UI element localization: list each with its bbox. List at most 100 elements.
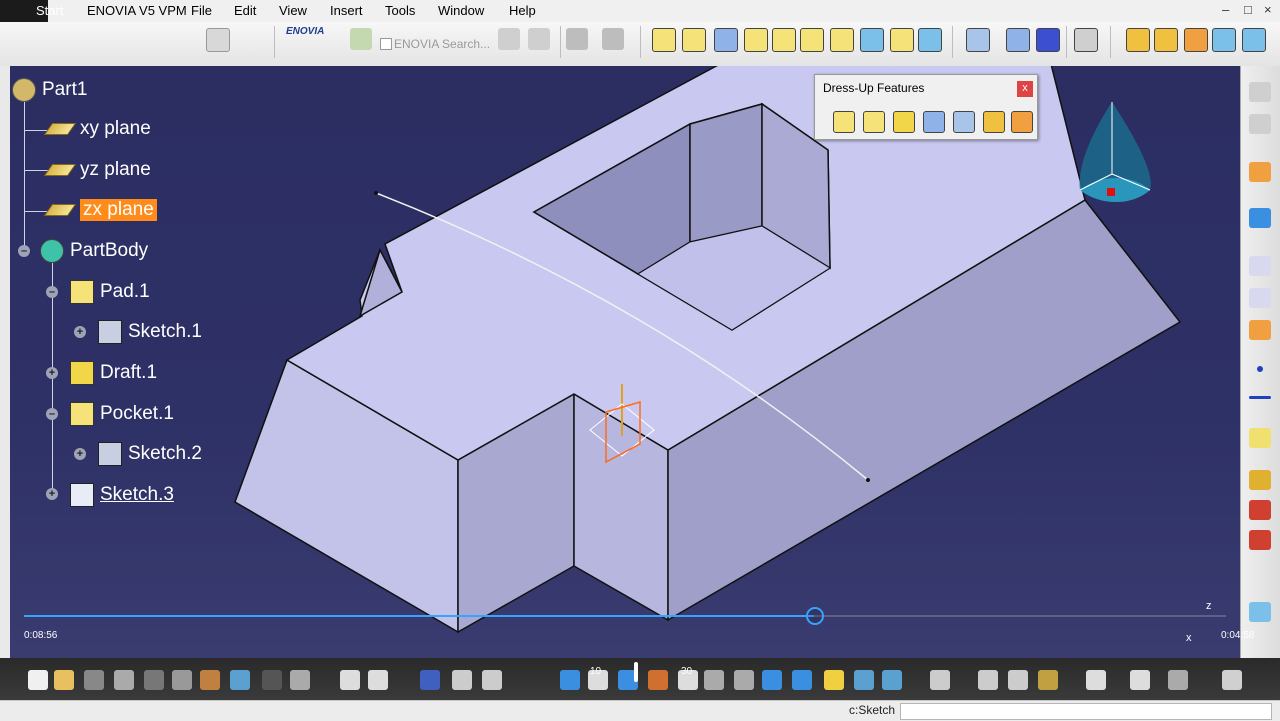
thickness-icon[interactable] xyxy=(953,111,975,133)
wireframe-icon[interactable] xyxy=(1242,28,1266,52)
menu-insert[interactable]: Insert xyxy=(330,3,363,18)
menu-tools[interactable]: Tools xyxy=(385,3,415,18)
restore-button[interactable]: □ xyxy=(1244,2,1252,17)
tree-node-sketch2[interactable]: Sketch.2 xyxy=(98,442,202,466)
mass-properties-icon[interactable] xyxy=(1038,670,1058,690)
table-icon[interactable] xyxy=(420,670,440,690)
enovia-checkbox[interactable] xyxy=(380,38,392,50)
fullscreen-icon[interactable] xyxy=(1168,670,1188,690)
help-icon[interactable] xyxy=(290,670,310,690)
update-icon[interactable] xyxy=(930,670,950,690)
start-label[interactable]: Start xyxy=(36,3,63,18)
pause-icon[interactable] xyxy=(634,662,638,682)
command-input[interactable] xyxy=(900,703,1272,720)
undo-icon[interactable] xyxy=(230,670,250,690)
sheetmetal-icon[interactable] xyxy=(1212,28,1236,52)
groove-icon[interactable] xyxy=(744,28,768,52)
remove-face-icon[interactable] xyxy=(1011,111,1033,133)
save-icon[interactable] xyxy=(84,670,104,690)
iso-view-icon[interactable] xyxy=(792,670,812,690)
expand-draft-icon[interactable]: + xyxy=(46,367,58,379)
minimize-button[interactable]: – xyxy=(1222,2,1229,17)
hierarchy-icon[interactable] xyxy=(452,670,472,690)
multi-view-icon[interactable] xyxy=(762,670,782,690)
enovia-tools-icon[interactable] xyxy=(498,28,520,50)
line-icon[interactable] xyxy=(1249,396,1271,399)
text-icon[interactable] xyxy=(1249,256,1271,276)
expand-sketch2-icon[interactable]: + xyxy=(74,448,86,460)
close-button[interactable]: × xyxy=(1264,2,1272,17)
rotate-icon[interactable] xyxy=(648,670,668,690)
part-design-icon[interactable] xyxy=(1126,28,1150,52)
point-icon[interactable] xyxy=(1257,366,1263,372)
new-icon[interactable] xyxy=(28,670,48,690)
copy-icon[interactable] xyxy=(172,670,192,690)
collapse-partbody-icon[interactable]: – xyxy=(18,245,30,257)
menu-window[interactable]: Window xyxy=(438,3,484,18)
surface-icon[interactable] xyxy=(1154,28,1178,52)
rt-tool-1-icon[interactable] xyxy=(1249,82,1271,102)
tree-node-sketch3[interactable]: Sketch.3 xyxy=(70,483,174,507)
menu-help[interactable]: Help xyxy=(509,3,536,18)
profile-icon[interactable] xyxy=(1249,288,1271,308)
tree-node-pocket1[interactable]: Pocket.1 xyxy=(70,402,174,426)
hole-icon[interactable] xyxy=(772,28,796,52)
swap-space-icon[interactable] xyxy=(882,670,902,690)
shaft-icon[interactable] xyxy=(714,28,738,52)
axis-system-icon[interactable] xyxy=(1006,28,1030,52)
constraint-icon[interactable] xyxy=(1249,320,1271,340)
compass-icon[interactable] xyxy=(1070,98,1160,218)
fly-mode-icon[interactable] xyxy=(560,670,580,690)
rt-tool-2-icon[interactable] xyxy=(1249,114,1271,134)
pad-icon[interactable] xyxy=(652,28,676,52)
timeline-scrubber[interactable] xyxy=(805,607,824,625)
chamfer-icon[interactable] xyxy=(863,111,885,133)
select-icon[interactable] xyxy=(1249,162,1271,182)
tree-node-pad1[interactable]: Pad.1 xyxy=(70,280,150,304)
tree-node-draft1[interactable]: Draft.1 xyxy=(70,361,157,385)
tree-node-sketch1[interactable]: Sketch.1 xyxy=(98,320,202,344)
slot-icon[interactable] xyxy=(830,28,854,52)
copy-link-icon[interactable] xyxy=(566,28,588,50)
grid-icon[interactable] xyxy=(1036,28,1060,52)
enovia-connect-icon[interactable] xyxy=(350,28,372,50)
collapse-pad-icon[interactable]: – xyxy=(46,286,58,298)
rib-icon[interactable] xyxy=(800,28,824,52)
menu-file[interactable]: File xyxy=(191,3,212,18)
settings-icon[interactable] xyxy=(206,28,230,52)
collapse-pocket-icon[interactable]: – xyxy=(46,408,58,420)
pocket-icon[interactable] xyxy=(682,28,706,52)
tree-node-part1[interactable]: Part1 xyxy=(12,78,87,102)
rt-tool-11-icon[interactable] xyxy=(1249,500,1271,520)
solid-combine-icon[interactable] xyxy=(918,28,942,52)
cut-icon[interactable] xyxy=(144,670,164,690)
measure-icon[interactable] xyxy=(966,28,990,52)
zoom-out-icon[interactable] xyxy=(704,670,724,690)
hide-show-icon[interactable] xyxy=(854,670,874,690)
thread-icon[interactable] xyxy=(983,111,1005,133)
normal-view-icon[interactable] xyxy=(734,670,754,690)
rt-tool-12-icon[interactable] xyxy=(1249,530,1271,550)
comment-icon[interactable] xyxy=(368,670,388,690)
menu-edit[interactable]: Edit xyxy=(234,3,256,18)
menu-view[interactable]: View xyxy=(279,3,307,18)
enovia-search-field[interactable]: ENOVIA Search... xyxy=(394,37,490,51)
measure-item-icon[interactable] xyxy=(1008,670,1028,690)
edit-link-icon[interactable] xyxy=(602,28,624,50)
shading-icon[interactable] xyxy=(824,670,844,690)
formula-icon[interactable] xyxy=(340,670,360,690)
video-timeline[interactable] xyxy=(24,607,1226,625)
measure-between-icon[interactable] xyxy=(978,670,998,690)
enovia-save-icon[interactable] xyxy=(528,28,550,50)
fillet-icon[interactable] xyxy=(833,111,855,133)
pen-icon[interactable] xyxy=(1086,670,1106,690)
lock-icon[interactable] xyxy=(482,670,502,690)
stiffener-icon[interactable] xyxy=(890,28,914,52)
shell-icon[interactable] xyxy=(923,111,945,133)
assembly-icon[interactable] xyxy=(1184,28,1208,52)
tree-node-yz-plane[interactable]: yz plane xyxy=(43,159,151,181)
sketcher-icon[interactable] xyxy=(1249,208,1271,228)
redo-icon[interactable] xyxy=(262,670,282,690)
loft-icon[interactable] xyxy=(860,28,884,52)
expand-sketch1-icon[interactable]: + xyxy=(74,326,86,338)
